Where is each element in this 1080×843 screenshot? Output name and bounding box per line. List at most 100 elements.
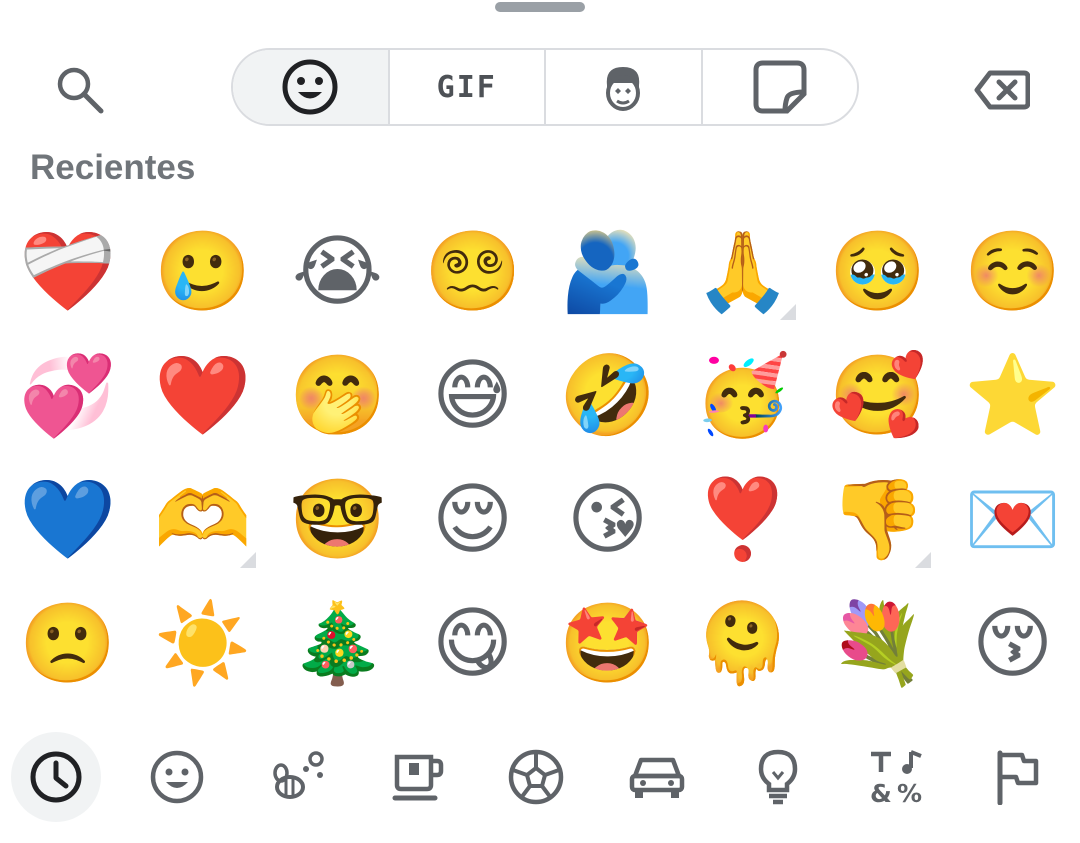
emoji-glyph: ❤️ — [153, 351, 252, 441]
emoji-glyph: ☀️ — [153, 599, 252, 689]
emoji-glyph: ❤️‍🩹 — [18, 227, 117, 317]
emoji-glyph: 😚 — [971, 599, 1054, 689]
tab-emoji[interactable] — [233, 50, 390, 124]
skin-tone-variant-indicator — [780, 304, 796, 320]
emoji-glyph: 😘 — [566, 475, 649, 565]
emoji-glyph: 🥹 — [828, 227, 927, 317]
emoji-glyph: ⭐ — [963, 351, 1062, 441]
emoji-glyph: 💐 — [828, 599, 927, 689]
gif-label: GIF — [436, 69, 497, 105]
emoji-glyph: 🙏 — [693, 227, 792, 317]
emoji-revolving-hearts[interactable]: 💞 — [0, 334, 135, 458]
category-activities[interactable] — [491, 732, 581, 822]
tab-stickers[interactable] — [703, 50, 858, 124]
emoji-bouquet[interactable]: 💐 — [810, 582, 945, 706]
car-icon — [628, 752, 686, 802]
emoji-glyph: 🥲 — [153, 227, 252, 317]
category-objects[interactable] — [733, 732, 823, 822]
emoji-melting-face[interactable]: 🫠 — [675, 582, 810, 706]
emoji-face-with-spiral-eyes[interactable]: 😵‍💫 — [405, 210, 540, 334]
emoji-glyph: 💙 — [18, 475, 117, 565]
backspace-button[interactable] — [972, 60, 1032, 120]
emoji-star-struck[interactable]: 🤩 — [540, 582, 675, 706]
emoji-glyph: 💌 — [963, 475, 1062, 565]
emoji-glyph: ❣️ — [693, 475, 792, 565]
emoji-partying-face[interactable]: 🥳 — [675, 334, 810, 458]
emoji-mending-heart[interactable]: ❤️‍🩹 — [0, 210, 135, 334]
emoji-face-blowing-a-kiss[interactable]: 😘 — [540, 458, 675, 582]
svg-text:%: % — [897, 779, 922, 806]
flag-icon — [992, 749, 1042, 805]
clock-icon — [28, 749, 84, 805]
emoji-blue-heart[interactable]: 💙 — [0, 458, 135, 582]
emoji-glyph: ☺️ — [963, 227, 1062, 317]
category-recent[interactable] — [11, 732, 101, 822]
emoji-red-heart[interactable]: ❤️ — [135, 334, 270, 458]
emoji-face-holding-back-tears[interactable]: 🥹 — [810, 210, 945, 334]
smiley-icon — [281, 58, 339, 116]
emoji-glyph: 🥳 — [693, 351, 792, 441]
emoji-glyph: 🎄 — [288, 599, 387, 689]
drag-handle[interactable] — [495, 2, 585, 12]
emoji-face-with-hand-over-mouth[interactable]: 🤭 — [270, 334, 405, 458]
emoji-panel-header: GIF — [0, 40, 1080, 140]
emoji-rolling-on-the-floor-laughing[interactable]: 🤣 — [540, 334, 675, 458]
emoji-glyph: 🫠 — [693, 599, 792, 689]
emoji-glyph: 😵‍💫 — [423, 227, 522, 317]
category-bar: &% — [0, 732, 1080, 832]
emoji-smiling-face-with-hearts[interactable]: 🥰 — [810, 334, 945, 458]
category-flags[interactable] — [972, 732, 1062, 822]
emoji-christmas-tree[interactable]: 🎄 — [270, 582, 405, 706]
section-title: Recientes — [30, 148, 196, 187]
category-symbols[interactable]: &% — [851, 732, 941, 822]
skin-tone-variant-indicator — [240, 552, 256, 568]
skin-tone-variant-indicator — [915, 552, 931, 568]
avatar-sticker-icon — [597, 61, 649, 113]
backspace-icon — [974, 69, 1030, 111]
category-food-drink[interactable] — [374, 732, 464, 822]
emoji-smiling-face-with-tear[interactable]: 🥲 — [135, 210, 270, 334]
search-button[interactable] — [50, 60, 110, 120]
smiley-icon — [149, 749, 205, 805]
emoji-glyph: 😭 — [291, 227, 384, 317]
emoji-loudly-crying-face[interactable]: 😭 — [270, 210, 405, 334]
tab-gif[interactable]: GIF — [390, 50, 546, 124]
emoji-slightly-frowning-face[interactable]: 🙁 — [0, 582, 135, 706]
emoji-people-hugging[interactable]: 🫂 — [540, 210, 675, 334]
emoji-glyph: 💞 — [18, 351, 117, 441]
emoji-grid: ❤️‍🩹 🥲 😭 😵‍💫 🫂 🙏 🥹 ☺️ 💞 ❤️ 🤭 😅 🤣 🥳 🥰 ⭐ 💙 🫶 🤓 😌 😘 ❣️ 👎 💌 🙁 ☀️ 🎄 😋 🤩 🫠 💐… — [0, 210, 1080, 705]
emoji-glyph: 👎 — [828, 475, 927, 565]
emoji-glyph: 🤩 — [558, 599, 657, 689]
bee-flower-icon — [268, 749, 328, 805]
emoji-thumbs-down[interactable]: 👎 — [810, 458, 945, 582]
emoji-grinning-face-with-sweat[interactable]: 😅 — [405, 334, 540, 458]
category-travel-places[interactable] — [612, 732, 702, 822]
symbols-icon: &% — [867, 748, 925, 806]
tab-avatar-stickers[interactable] — [546, 50, 703, 124]
emoji-glyph: 🤭 — [288, 351, 387, 441]
emoji-glyph: 🫶 — [153, 475, 252, 565]
emoji-heart-exclamation[interactable]: ❣️ — [675, 458, 810, 582]
svg-text:&: & — [870, 779, 892, 806]
emoji-face-savoring-food[interactable]: 😋 — [405, 582, 540, 706]
emoji-kissing-face-with-closed-eyes[interactable]: 😚 — [945, 582, 1080, 706]
search-icon — [54, 64, 106, 116]
coffee-icon — [391, 749, 447, 805]
emoji-relieved-face[interactable]: 😌 — [405, 458, 540, 582]
emoji-star[interactable]: ⭐ — [945, 334, 1080, 458]
emoji-glyph: 😅 — [431, 351, 514, 441]
soccer-ball-icon — [507, 748, 565, 806]
emoji-glyph: 😋 — [431, 599, 514, 689]
emoji-heart-hands[interactable]: 🫶 — [135, 458, 270, 582]
emoji-glyph: 🫂 — [558, 227, 657, 317]
emoji-smiling-face[interactable]: ☺️ — [945, 210, 1080, 334]
category-animals-nature[interactable] — [253, 732, 343, 822]
emoji-glyph: 😌 — [431, 475, 514, 565]
emoji-glyph: 🥰 — [828, 351, 927, 441]
emoji-sun[interactable]: ☀️ — [135, 582, 270, 706]
emoji-nerd-face[interactable]: 🤓 — [270, 458, 405, 582]
category-smileys[interactable] — [132, 732, 222, 822]
emoji-love-letter[interactable]: 💌 — [945, 458, 1080, 582]
emoji-folded-hands[interactable]: 🙏 — [675, 210, 810, 334]
emoji-glyph: 🙁 — [18, 599, 117, 689]
